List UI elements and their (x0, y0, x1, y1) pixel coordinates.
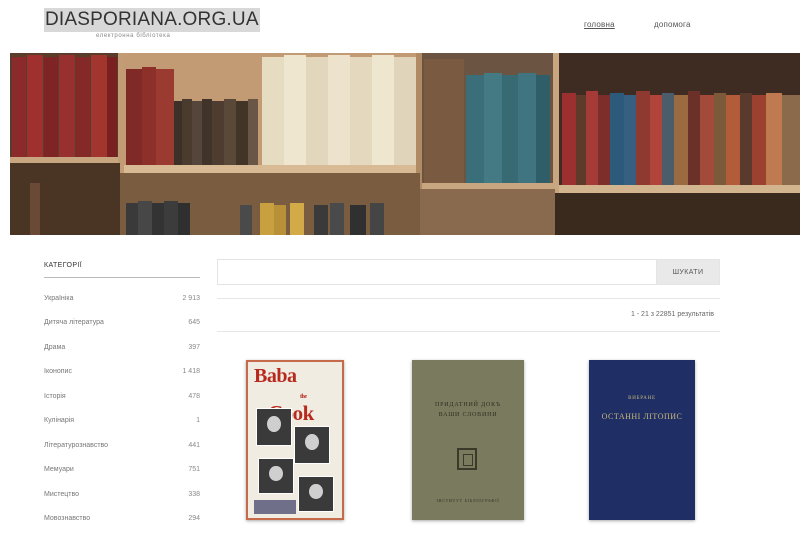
category-label: Історія (44, 392, 66, 400)
book-cover-photo (294, 426, 330, 464)
category-count: 1 (196, 417, 200, 425)
book-cover-3[interactable]: ВИБРАНЕ ОСТАННІ ЛІТОПИС (589, 360, 695, 520)
bookshelf-banner (10, 53, 800, 235)
category-item[interactable]: Мовознавство 294 (44, 507, 200, 532)
book-cover-small-text: ВИБРАНЕ (628, 396, 656, 401)
category-label: Драма (44, 343, 66, 351)
results-summary: 1 - 21 з 22851 результатів (630, 311, 714, 318)
category-item[interactable]: Мемуари 751 (44, 458, 200, 483)
book-cover-title: ОСТАННІ ЛІТОПИС (601, 412, 683, 421)
category-sidebar: КАТЕГОРІЇ Україніка 2 913 Дитяча літерату… (44, 262, 200, 531)
nav-home-link[interactable]: головна (584, 20, 615, 29)
book-cover-baba-cook[interactable]: Baba the Cook (246, 360, 344, 520)
category-item[interactable]: Кулінарія 1 (44, 409, 200, 434)
bookshelf-image (10, 53, 800, 235)
category-item[interactable]: Іконопис 1 418 (44, 360, 200, 385)
search-input[interactable] (217, 259, 656, 285)
book-cover-subtitle: ВАШИ СЛОВИНИ (438, 412, 498, 418)
category-label: Мемуари (44, 466, 74, 474)
book-cover-photo (298, 476, 334, 512)
book-cover-photo (258, 458, 294, 494)
site-header: DIASPORIANA.ORG.UA електронна бібліотека… (0, 0, 800, 52)
category-item[interactable]: Літературознавство 441 (44, 433, 200, 458)
category-count: 645 (188, 319, 200, 327)
emblem-icon (457, 448, 477, 470)
category-item[interactable]: Україніка 2 913 (44, 286, 200, 311)
category-label: Мовознавство (44, 515, 91, 523)
book-cover-band (254, 500, 296, 514)
category-count: 397 (188, 343, 200, 351)
category-count: 2 913 (182, 294, 200, 302)
category-count: 441 (188, 441, 200, 449)
search-bar: ШУКАТИ (217, 259, 720, 285)
search-button[interactable]: ШУКАТИ (656, 259, 720, 285)
site-logo[interactable]: DIASPORIANA.ORG.UA електронна бібліотека (44, 8, 260, 39)
category-count: 1 418 (182, 368, 200, 376)
book-cover-2[interactable]: ПРИДАТНИЙ ДОКЪ ВАШИ СЛОВИНИ ІНСТИТУТ БІБ… (412, 360, 524, 520)
book-cover-photo (256, 408, 292, 446)
category-count: 478 (188, 392, 200, 400)
book-cover-footer: ІНСТИТУТ БІБЛІОГРАФІЇ (436, 498, 500, 503)
category-item[interactable]: Історія 478 (44, 384, 200, 409)
book-cover-title: ПРИДАТНИЙ ДОКЪ (435, 402, 501, 408)
results-bar: 1 - 21 з 22851 результатів (217, 298, 720, 332)
category-label: Літературознавство (44, 441, 109, 449)
category-list: Україніка 2 913 Дитяча література 645 Драм… (44, 286, 200, 531)
nav-help-link[interactable]: допомога (654, 20, 691, 29)
category-item[interactable]: Мистецтво 338 (44, 482, 200, 507)
category-item[interactable]: Дитяча література 645 (44, 311, 200, 336)
category-label: Дитяча література (44, 319, 104, 327)
category-label: Кулінарія (44, 417, 75, 425)
category-label: Іконопис (44, 368, 72, 376)
category-count: 294 (188, 515, 200, 523)
site-title[interactable]: DIASPORIANA.ORG.UA (44, 8, 260, 32)
category-count: 751 (188, 466, 200, 474)
category-item[interactable]: Драма 397 (44, 335, 200, 360)
category-heading: КАТЕГОРІЇ (44, 262, 200, 278)
category-label: Україніка (44, 294, 74, 302)
site-subtitle: електронна бібліотека (96, 33, 171, 39)
category-count: 338 (188, 490, 200, 498)
category-label: Мистецтво (44, 490, 80, 498)
